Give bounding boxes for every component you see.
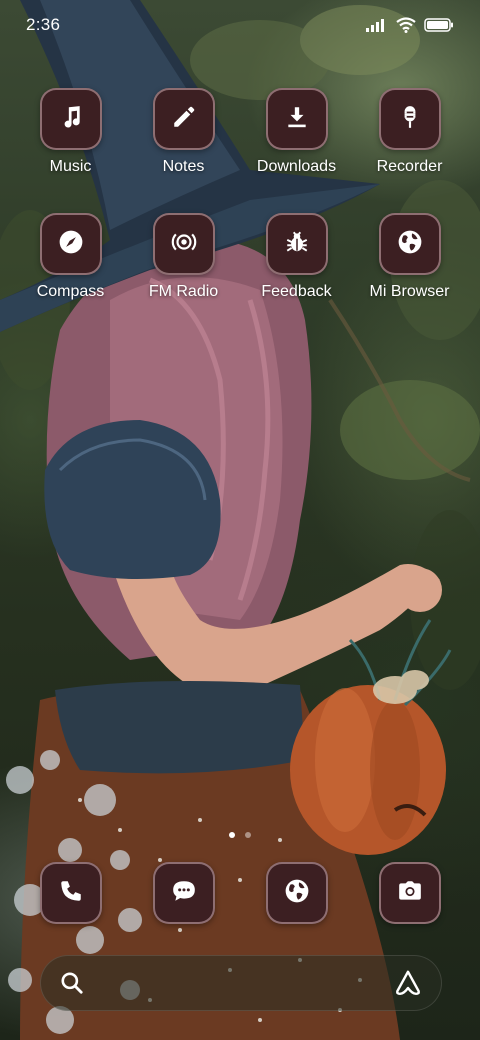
app-mi-browser[interactable]: Mi Browser (353, 213, 466, 338)
camera-icon (397, 878, 423, 909)
app-grid: Music Notes Downloads Recorder Compass F… (14, 88, 466, 338)
assistant-icon[interactable] (393, 968, 423, 998)
app-recorder[interactable]: Recorder (353, 88, 466, 213)
app-compass[interactable]: Compass (14, 213, 127, 338)
app-feedback[interactable]: Feedback (240, 213, 353, 338)
app-icon-tile[interactable] (265, 213, 328, 275)
app-icon-tile[interactable] (152, 88, 215, 150)
app-icon-tile[interactable] (265, 88, 328, 150)
pencil-icon (171, 104, 197, 135)
app-label: Mi Browser (369, 283, 450, 300)
dock-camera[interactable] (353, 862, 466, 926)
globe-icon (284, 878, 310, 909)
app-icon-tile[interactable] (378, 213, 441, 275)
app-label: Downloads (256, 158, 337, 175)
app-icon-tile[interactable] (265, 862, 328, 924)
search-icon[interactable] (59, 970, 85, 996)
app-downloads[interactable]: Downloads (240, 88, 353, 213)
dock-browser[interactable] (240, 862, 353, 926)
app-icon-tile[interactable] (39, 213, 102, 275)
battery-icon (424, 18, 454, 32)
app-icon-tile[interactable] (152, 862, 215, 924)
app-icon-tile[interactable] (39, 88, 102, 150)
app-label: Compass (36, 283, 105, 300)
bug-icon (284, 229, 310, 260)
app-music[interactable]: Music (14, 88, 127, 213)
app-label: Music (49, 158, 92, 175)
app-icon-tile[interactable] (152, 213, 215, 275)
page-dot[interactable] (245, 832, 251, 838)
app-icon-tile[interactable] (378, 862, 441, 924)
compass-icon (58, 229, 84, 260)
globe-icon (397, 229, 423, 260)
page-dot-active[interactable] (229, 832, 235, 838)
search-bar[interactable] (40, 955, 442, 1011)
download-icon (284, 104, 310, 135)
app-fm-radio[interactable]: FM Radio (127, 213, 240, 338)
microphone-icon (397, 104, 423, 135)
app-label: Feedback (261, 283, 332, 300)
app-notes[interactable]: Notes (127, 88, 240, 213)
dock-phone[interactable] (14, 862, 127, 926)
app-label: Notes (162, 158, 205, 175)
app-icon-tile[interactable] (378, 88, 441, 150)
page-indicator (0, 830, 480, 840)
signal-icon (366, 18, 388, 32)
phone-icon (58, 878, 84, 909)
status-icons (366, 17, 454, 33)
wifi-icon (396, 17, 416, 33)
status-time: 2:36 (26, 15, 61, 34)
app-label: FM Radio (148, 283, 219, 300)
dock-messages[interactable] (127, 862, 240, 926)
status-bar: 2:36 (0, 0, 480, 50)
music-note-icon (58, 104, 84, 135)
app-icon-tile[interactable] (39, 862, 102, 924)
message-icon (171, 878, 197, 909)
app-label: Recorder (376, 158, 443, 175)
dock (14, 862, 466, 926)
radio-icon (171, 229, 197, 260)
